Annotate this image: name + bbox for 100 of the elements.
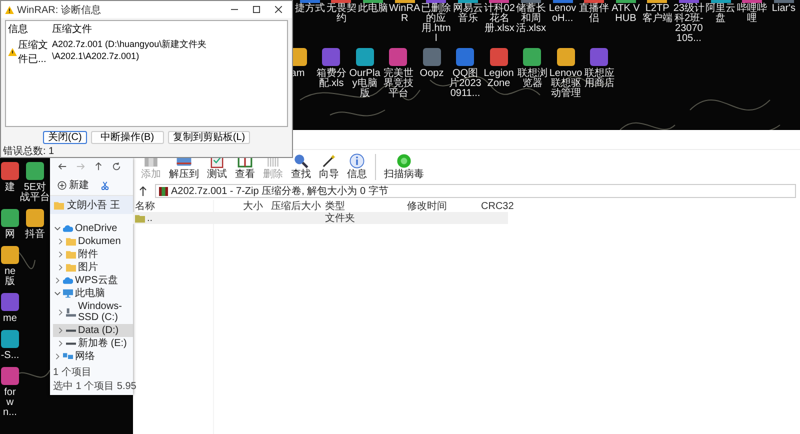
- app-icon[interactable]: [742, 0, 762, 3]
- desktop-icon-label[interactable]: 完美世界竞技平台: [382, 69, 415, 99]
- desktop-icon-label[interactable]: 哔哩哔哩: [736, 4, 768, 24]
- desktop-icon-label[interactable]: 网易云音乐: [452, 4, 484, 24]
- minimize-icon[interactable]: [231, 6, 238, 13]
- toolbar-button[interactable]: 向导: [319, 153, 339, 180]
- column-header[interactable]: 大小: [213, 199, 267, 213]
- desktop-icon-label[interactable]: me: [3, 314, 17, 324]
- app-icon[interactable]: [552, 0, 573, 3]
- tree-item[interactable]: 新加卷 (E:): [53, 337, 133, 350]
- desktop-icon-label[interactable]: 5E对战平台: [20, 183, 50, 203]
- dialog-button[interactable]: 中断操作(B): [90, 131, 164, 144]
- desktop-icon-label[interactable]: 箱费分配.xls: [314, 69, 348, 89]
- app-icon[interactable]: [584, 0, 604, 3]
- app-icon[interactable]: [489, 0, 510, 3]
- tree-item[interactable]: Data (D:): [53, 324, 133, 337]
- desktop-icon-label[interactable]: 计科02花名册.xlsx: [484, 4, 516, 34]
- app-icon[interactable]: [331, 0, 352, 3]
- desktop-icon-label[interactable]: 捷方式: [294, 4, 325, 14]
- app-icon[interactable]: [710, 0, 731, 3]
- app-icon[interactable]: [300, 0, 320, 3]
- app-icon[interactable]: [556, 48, 575, 66]
- path-field[interactable]: A202.7z.001 - 7-Zip 压缩分卷, 解包大小为 0 字节: [155, 184, 796, 198]
- app-icon[interactable]: [456, 48, 474, 66]
- search-icon: [292, 153, 310, 169]
- tree-item[interactable]: 网络: [50, 350, 133, 363]
- desktop-icon-label[interactable]: L2TP客户端: [642, 4, 674, 24]
- desktop-icon-label[interactable]: 联想浏览器: [516, 69, 549, 89]
- desktop-icon-label[interactable]: 阿里云盘: [704, 4, 736, 24]
- status-text: 选中 1 个项目 5.95: [53, 380, 136, 393]
- maximize-icon[interactable]: [253, 6, 260, 13]
- cloud-icon: [63, 224, 73, 233]
- app-icon[interactable]: [647, 0, 668, 3]
- column-header[interactable]: 修改时间: [403, 199, 477, 213]
- desktop-icon-label[interactable]: ATK V HUB: [610, 4, 642, 24]
- desktop-icon-label[interactable]: 直播伴侣: [578, 4, 610, 24]
- app-icon[interactable]: [394, 0, 415, 3]
- app-icon[interactable]: [1, 246, 19, 264]
- desktop-icon-label[interactable]: Oopz: [420, 69, 444, 79]
- new-button[interactable]: 新建: [56, 177, 90, 193]
- desktop-icon-label[interactable]: 已删除的应用.html: [420, 4, 452, 44]
- app-icon[interactable]: [389, 48, 408, 66]
- desktop-icon-label[interactable]: Liar's: [772, 4, 796, 14]
- column-header[interactable]: 名称: [133, 199, 213, 213]
- column-header[interactable]: 压缩文件: [52, 22, 285, 36]
- desktop-icon-label[interactable]: LenovoH...: [546, 4, 578, 24]
- message-text: 压缩文件已...: [18, 38, 49, 66]
- tree-item[interactable]: 此电脑: [50, 287, 133, 300]
- desktop-icon-label[interactable]: for wn...: [0, 388, 20, 418]
- desktop-icon-label[interactable]: WinRAR: [388, 4, 420, 24]
- desktop-icon-label[interactable]: 网: [5, 230, 15, 240]
- dialog-button[interactable]: 复制到剪贴板(L): [168, 131, 250, 144]
- toolbar-button[interactable]: 查找: [291, 153, 311, 180]
- desktop-icon-label[interactable]: Lenovo联想驱动管理: [549, 69, 582, 99]
- app-icon[interactable]: [616, 0, 636, 3]
- status-text: 错误总数: 1: [2, 146, 56, 157]
- desktop-icon-label[interactable]: 联想应用商店: [582, 69, 616, 89]
- desktop-icon-label[interactable]: 储蓄长和周活.xlsx: [515, 4, 547, 34]
- quick-access-item[interactable]: 文朗小吾 王: [50, 196, 133, 214]
- dialog-button[interactable]: 关闭(C): [42, 131, 87, 144]
- file-row[interactable]: .. 文件夹: [133, 212, 508, 224]
- tree-item[interactable]: 附件: [53, 248, 133, 261]
- circle-icon: [395, 153, 413, 169]
- app-icon[interactable]: [26, 209, 44, 227]
- column-header[interactable]: 压缩后大小: [267, 199, 321, 213]
- column-header[interactable]: 信息: [8, 22, 52, 36]
- tree-item[interactable]: 图片: [53, 261, 133, 274]
- toolbar-button[interactable]: 扫描病毒: [384, 153, 424, 180]
- app-icon[interactable]: [1, 209, 19, 227]
- desktop-icon-label[interactable]: ne版: [0, 267, 20, 287]
- refresh-icon[interactable]: [112, 162, 121, 171]
- up-arrow-icon[interactable]: [139, 186, 147, 196]
- app-icon[interactable]: [26, 162, 44, 180]
- desktop-icon-label[interactable]: 无畏契约: [326, 4, 358, 24]
- desktop-icon-label[interactable]: -S...: [0, 351, 20, 361]
- app-icon[interactable]: [1, 330, 19, 348]
- scissors-icon[interactable]: [100, 180, 110, 190]
- app-icon[interactable]: [490, 48, 508, 66]
- desktop-icon-label[interactable]: OurPlay电脑版: [348, 69, 382, 99]
- app-icon[interactable]: [362, 0, 383, 3]
- desktop-icon-label[interactable]: 建: [5, 183, 15, 193]
- tree-item[interactable]: WPS云盘: [50, 274, 133, 287]
- toolbar-button[interactable]: 信息: [347, 153, 367, 180]
- desktop-icon-label[interactable]: 23级计科2班-23070105...: [673, 4, 705, 44]
- desktop-icon-label[interactable]: 抖音: [25, 230, 45, 240]
- tree-item[interactable]: Windows-SSD (C:): [53, 300, 133, 324]
- desktop-icon-label[interactable]: QQ图片20230911...: [448, 69, 482, 99]
- close-icon[interactable]: [275, 6, 282, 13]
- desktop-icon-label[interactable]: 此电脑: [358, 4, 388, 14]
- back-icon[interactable]: [58, 162, 67, 171]
- up-icon[interactable]: [94, 162, 103, 171]
- app-icon[interactable]: [520, 0, 541, 3]
- desktop-icon-label[interactable]: Legion Zone: [482, 69, 516, 89]
- app-icon[interactable]: [458, 0, 478, 3]
- column-header[interactable]: CRC32: [477, 200, 521, 212]
- app-icon[interactable]: [356, 48, 374, 66]
- tree-item[interactable]: Dokumen: [53, 235, 133, 248]
- column-header[interactable]: 类型: [321, 199, 403, 213]
- tree-item[interactable]: OneDrive: [50, 222, 133, 235]
- app-icon[interactable]: [523, 48, 542, 66]
